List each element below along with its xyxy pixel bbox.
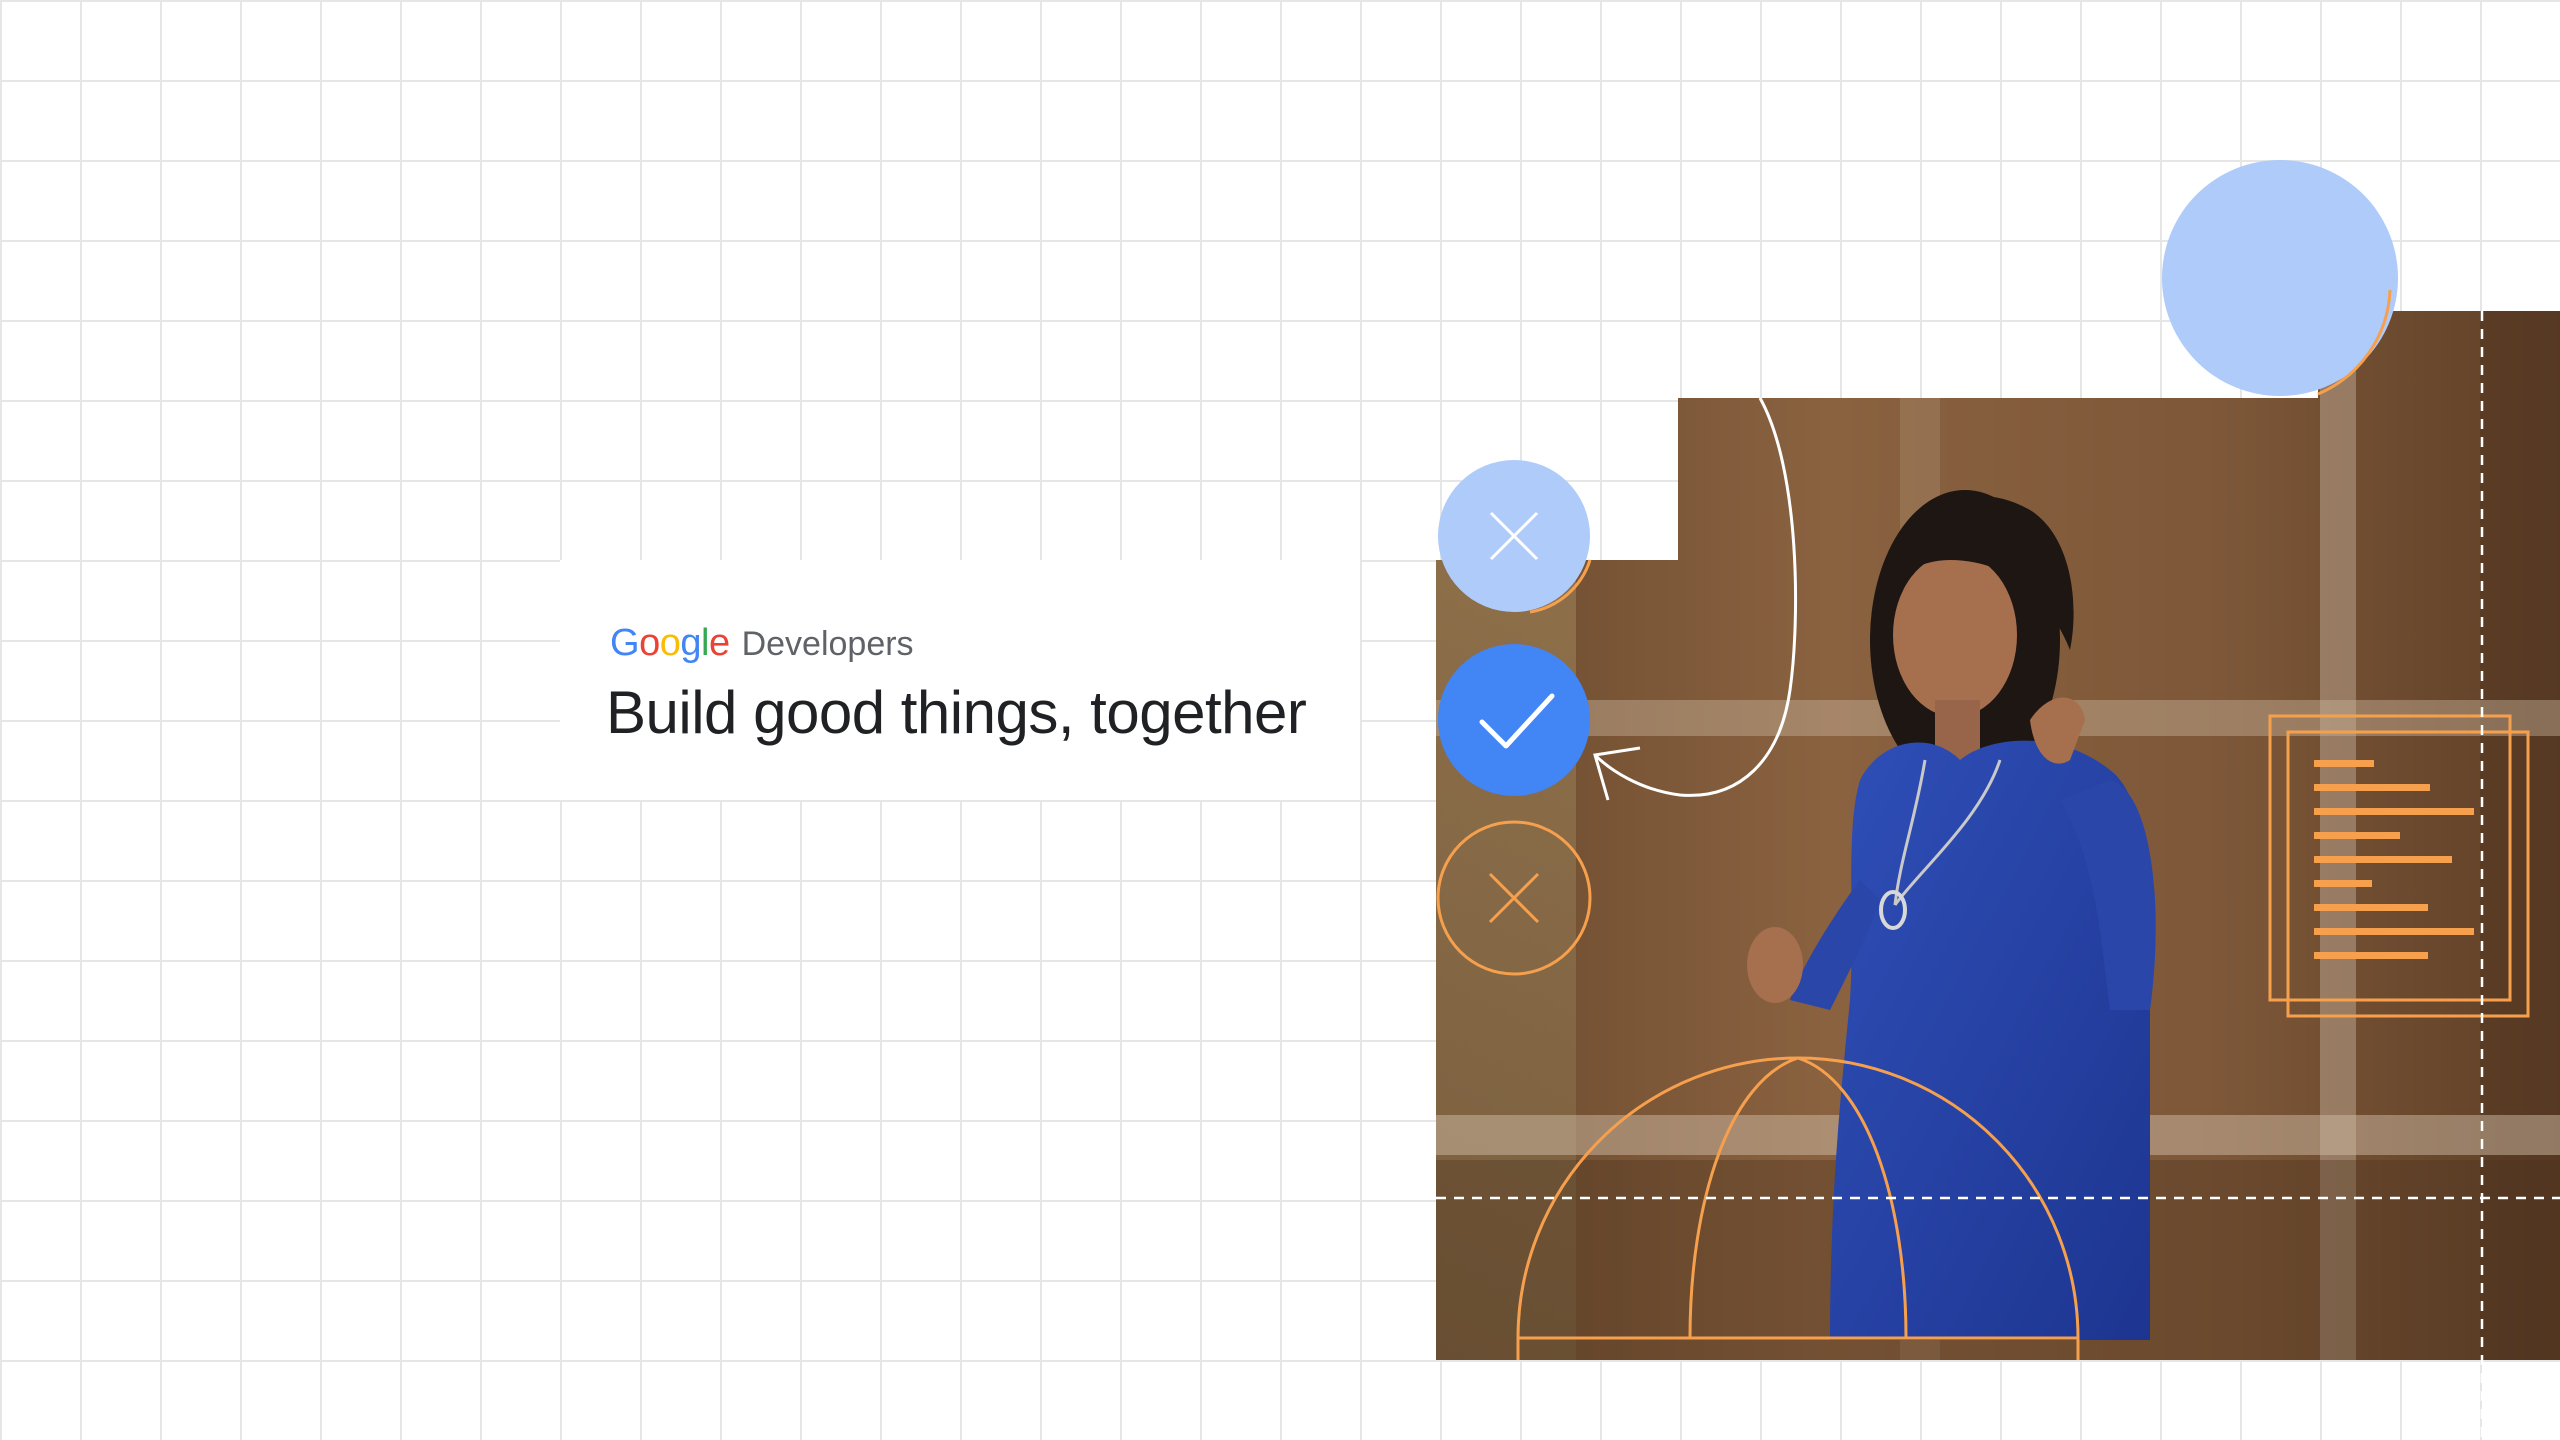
check-icon xyxy=(1438,644,1590,796)
logo-letter: G xyxy=(610,622,640,664)
page-headline: Build good things, together xyxy=(606,679,1307,746)
title-card: Google Developers Build good things, tog… xyxy=(560,560,1360,800)
logo-letter: o xyxy=(659,622,681,664)
speaker-photo xyxy=(1436,311,2560,1360)
logo-letter: l xyxy=(700,622,709,664)
logo-letter: g xyxy=(680,622,701,664)
logo-letter: o xyxy=(639,622,660,664)
google-wordmark: Google xyxy=(610,622,730,665)
close-icon xyxy=(1438,460,1592,614)
brand-logo[interactable]: Google Developers xyxy=(610,622,914,666)
brand-product-name: Developers xyxy=(741,625,914,663)
logo-letter: e xyxy=(708,622,730,664)
